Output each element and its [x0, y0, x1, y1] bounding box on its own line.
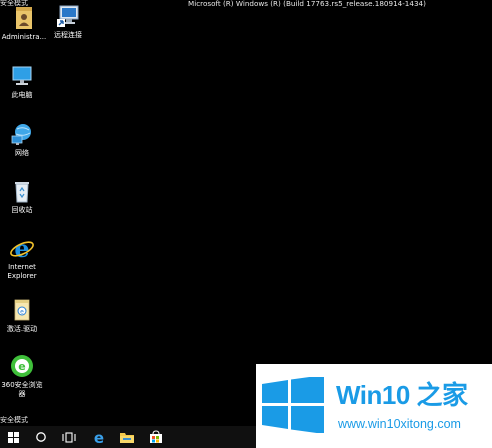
desktop-icon-label: 远程连接 [54, 31, 82, 39]
taskbar-file-explorer[interactable] [114, 426, 140, 448]
task-view-icon [62, 431, 76, 443]
watermark-url: www.win10xitong.com [338, 417, 461, 431]
build-info-text: Microsoft (R) Windows (R) (Build 17763.r… [188, 0, 426, 8]
desktop-icon-administrator[interactable]: Administra... [0, 4, 48, 42]
search-button[interactable] [28, 426, 54, 448]
remote-desktop-icon [57, 5, 79, 27]
desktop-icon-360-browser[interactable]: e 360安全浏览器 [0, 352, 46, 398]
computer-icon [12, 66, 32, 85]
taskbar-edge[interactable]: e [86, 426, 112, 448]
360-browser-icon: e [11, 355, 33, 377]
task-view-button[interactable] [56, 426, 82, 448]
document-icon: e [14, 299, 30, 321]
desktop-icon-label: 此电脑 [11, 91, 33, 99]
taskbar-store[interactable] [143, 426, 169, 448]
desktop-icon-remote-desktop[interactable]: 远程连接 [44, 2, 92, 40]
search-icon [36, 432, 46, 442]
windows-logo-icon [262, 377, 324, 433]
watermark-title: Win10 之家 [336, 380, 468, 410]
desktop-icon-network[interactable]: 网络 [0, 120, 46, 158]
desktop-icon-label: 网络 [15, 149, 29, 157]
desktop-icon-internet-explorer[interactable]: e Internet Explorer [0, 234, 46, 280]
desktop-icon-label: 激活.驱动 [6, 325, 38, 333]
safe-mode-label-bottom: 安全模式 [0, 416, 28, 424]
desktop-icon-recycle-bin[interactable]: 回收站 [0, 177, 46, 215]
ie-icon: e [10, 234, 34, 262]
watermark-panel: Win10 之家 www.win10xitong.com [256, 364, 492, 448]
svg-text:e: e [20, 309, 24, 316]
store-icon [150, 430, 162, 443]
recycle-bin-icon [15, 182, 29, 203]
svg-text:e: e [94, 429, 104, 445]
folder-user-icon [16, 7, 32, 29]
desktop-icon-label: 360安全浏览器 [1, 381, 43, 398]
desktop-icon-activation-driver[interactable]: e 激活.驱动 [0, 296, 46, 334]
svg-text:e: e [18, 360, 25, 373]
desktop-icon-label: Administra... [1, 33, 47, 41]
desktop-icon-label: 回收站 [11, 206, 33, 214]
folder-icon [120, 433, 134, 443]
svg-text:e: e [14, 234, 29, 262]
windows-icon [7, 431, 19, 443]
desktop-icon-this-pc[interactable]: 此电脑 [0, 62, 46, 100]
network-icon [11, 124, 31, 145]
start-button[interactable] [0, 426, 26, 448]
edge-icon: e [94, 429, 104, 445]
desktop-icon-label: Internet Explorer [7, 263, 37, 280]
